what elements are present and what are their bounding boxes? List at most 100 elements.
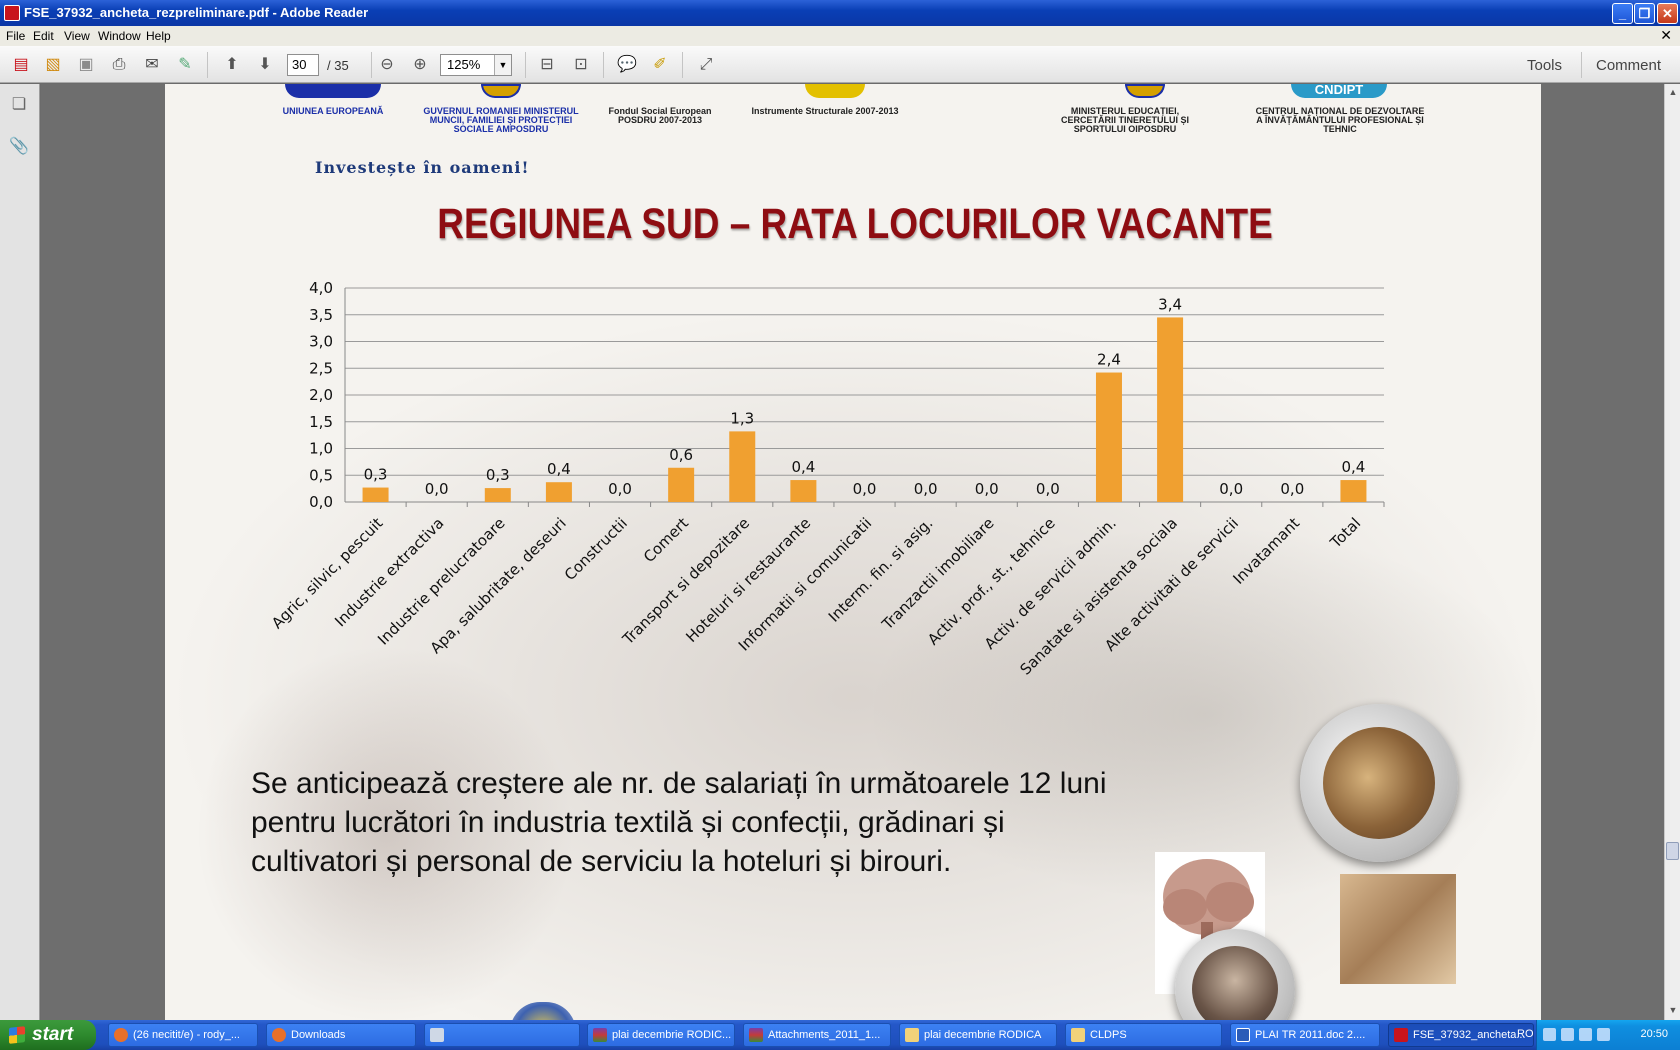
bakery-photo — [1340, 874, 1456, 984]
winrar-icon — [749, 1028, 763, 1042]
comment-button[interactable]: Comment — [1596, 57, 1661, 74]
print-icon[interactable]: ⎙ — [107, 53, 131, 77]
category-label: Hoteluri si restaurante — [682, 514, 814, 646]
menu-window[interactable]: Window — [98, 29, 141, 43]
full-screen-icon[interactable]: ⤢ — [694, 53, 718, 77]
zoom-out-icon[interactable]: ⊖ — [375, 53, 399, 77]
task-label: plai decembrie RODIC... — [612, 1029, 732, 1041]
tools-button[interactable]: Tools — [1527, 57, 1562, 74]
category-label: Interm. fin. si asig. — [825, 514, 937, 626]
close-button[interactable]: ✕ — [1657, 3, 1678, 24]
navigation-panel: ❏ 📎 — [0, 84, 40, 1020]
previous-page-icon[interactable]: ⬆ — [220, 53, 244, 77]
data-label: 0,6 — [669, 446, 693, 464]
network-icon[interactable] — [1561, 1028, 1574, 1041]
fit-width-icon[interactable]: ⊡ — [569, 53, 593, 77]
taskbar-item-word[interactable]: PLAI TR 2011.doc 2.... — [1230, 1023, 1380, 1047]
volume-icon[interactable] — [1579, 1028, 1592, 1041]
winrar-icon — [593, 1028, 607, 1042]
toolbar-separator — [371, 52, 372, 78]
document-view[interactable]: UNIUNEA EUROPEANĂ GUVERNUL ROMANIEI MINI… — [41, 84, 1664, 1020]
menu-edit[interactable]: Edit — [33, 29, 54, 43]
taskbar-item-downloads[interactable]: Downloads — [266, 1023, 416, 1047]
category-label: Total — [1326, 514, 1364, 552]
data-label: 0,3 — [486, 466, 510, 484]
task-label: Attachments_2011_1... — [768, 1029, 881, 1041]
fit-page-icon[interactable]: ⊟ — [535, 53, 559, 77]
pdf-icon — [1394, 1028, 1408, 1042]
data-label: 0,4 — [791, 458, 815, 476]
office-photo — [1192, 946, 1278, 1020]
open-file-icon[interactable]: ▧ — [41, 53, 65, 77]
document-close-icon[interactable]: ✕ — [1660, 27, 1672, 44]
data-label: 0,0 — [1036, 480, 1060, 498]
toolbar-separator — [1581, 52, 1582, 78]
data-label: 0,4 — [1342, 458, 1366, 476]
data-label: 0,3 — [364, 466, 388, 484]
slide-body-text: Se anticipează creștere ale nr. de salar… — [251, 767, 1107, 878]
scroll-up-icon[interactable]: ▲ — [1667, 86, 1679, 98]
bar — [1095, 372, 1122, 502]
firefox-icon — [114, 1028, 128, 1042]
taskbar: start (26 necitit/e) - rody_... Download… — [0, 1020, 1680, 1050]
create-pdf-icon[interactable]: ▤ — [9, 53, 33, 77]
data-label: 0,0 — [1280, 480, 1304, 498]
zoom-in-icon[interactable]: ⊕ — [408, 53, 432, 77]
y-tick-label: 2,0 — [309, 386, 333, 404]
attachments-icon[interactable]: 📎 — [8, 136, 30, 158]
word-icon — [1236, 1028, 1250, 1042]
y-tick-label: 1,5 — [309, 413, 333, 431]
title-bar: FSE_37932_ancheta_rezpreliminare.pdf - A… — [0, 0, 1680, 26]
highlight-icon[interactable]: ✐ — [648, 53, 672, 77]
collaborate-icon[interactable]: ✎ — [173, 53, 197, 77]
data-label: 3,4 — [1158, 295, 1182, 313]
taskbar-item-archive-1[interactable]: plai decembrie RODIC... — [587, 1023, 735, 1047]
data-label: 0,0 — [975, 480, 999, 498]
task-label: CLDPS — [1090, 1029, 1127, 1041]
bar — [790, 480, 817, 502]
page-total: / 35 — [327, 58, 349, 73]
restore-button[interactable]: ❐ — [1634, 3, 1655, 24]
save-icon[interactable]: ▣ — [74, 53, 98, 77]
firefox-icon — [272, 1028, 286, 1042]
taskbar-item-firefox[interactable]: (26 necitit/e) - rody_... — [108, 1023, 258, 1047]
taskbar-item-computer[interactable] — [424, 1023, 580, 1047]
zoom-value: 125% — [447, 57, 481, 72]
security-icon[interactable] — [1597, 1028, 1610, 1041]
category-label: Constructii — [561, 514, 631, 584]
tray-chevron-icon[interactable] — [1543, 1028, 1556, 1041]
category-label: Comert — [640, 514, 692, 566]
folder-icon — [905, 1028, 919, 1042]
category-label: Invatamant — [1229, 514, 1303, 588]
data-label: 0,0 — [853, 480, 877, 498]
system-tray: RO 20:50 — [1517, 1020, 1680, 1050]
minimize-button[interactable]: _ — [1612, 3, 1633, 24]
scrollbar-thumb[interactable] — [1666, 842, 1679, 860]
menu-view[interactable]: View — [64, 29, 90, 43]
scroll-down-icon[interactable]: ▼ — [1667, 1004, 1679, 1016]
workers-photo — [1323, 727, 1435, 839]
email-icon[interactable]: ✉ — [140, 53, 164, 77]
y-tick-label: 2,5 — [309, 359, 333, 377]
taskbar-item-adobe-reader[interactable]: FSE_37932_ancheta... — [1388, 1023, 1534, 1047]
folder-icon — [1071, 1028, 1085, 1042]
taskbar-item-archive-2[interactable]: Attachments_2011_1... — [743, 1023, 891, 1047]
data-label: 1,3 — [730, 409, 754, 427]
bar — [668, 467, 695, 502]
bar — [545, 482, 572, 502]
language-indicator[interactable]: RO — [1517, 1028, 1534, 1040]
sticky-note-icon[interactable]: 💬 — [615, 53, 639, 77]
taskbar-item-folder-1[interactable]: plai decembrie RODICA — [899, 1023, 1057, 1047]
vertical-scrollbar[interactable]: ▲ ▼ — [1664, 84, 1680, 1020]
toolbar-separator — [207, 52, 208, 78]
menu-help[interactable]: Help — [146, 29, 171, 43]
menu-file[interactable]: File — [6, 29, 25, 43]
next-page-icon[interactable]: ⬇ — [253, 53, 277, 77]
page-number-input[interactable]: 30 — [287, 54, 319, 76]
page-thumbnails-icon[interactable]: ❏ — [8, 94, 30, 116]
start-button[interactable]: start — [0, 1020, 96, 1050]
zoom-select[interactable]: 125% ▼ — [440, 54, 512, 76]
taskbar-item-folder-2[interactable]: CLDPS — [1065, 1023, 1222, 1047]
category-label: Agric, silvic, pescuit — [268, 514, 386, 632]
chevron-down-icon[interactable]: ▼ — [494, 55, 511, 75]
